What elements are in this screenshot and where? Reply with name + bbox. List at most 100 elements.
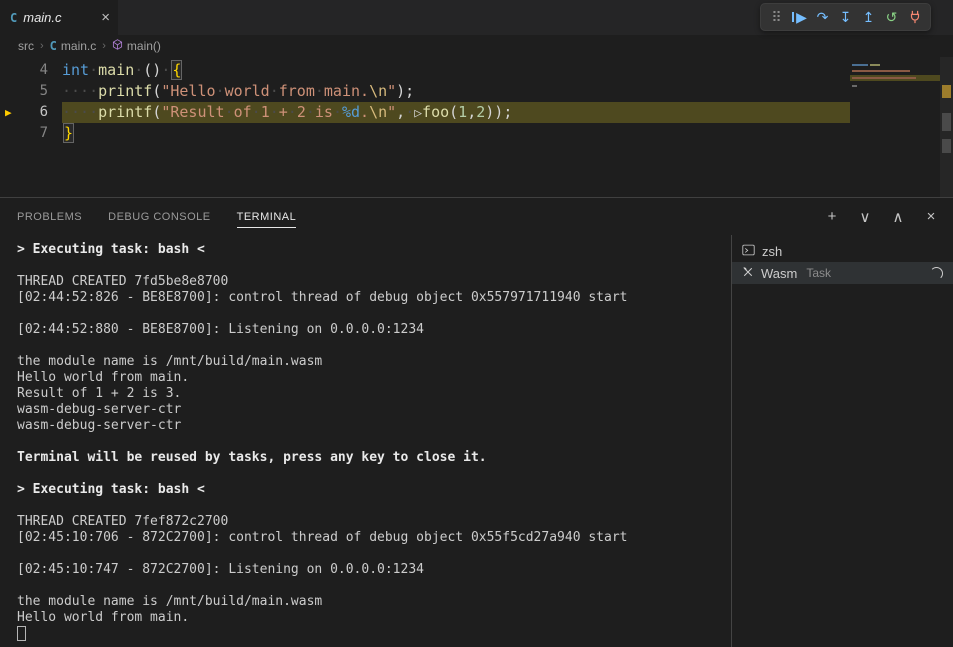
code-line-4[interactable]: 4int·main·()·{ bbox=[0, 60, 953, 81]
close-tab-icon[interactable]: × bbox=[101, 10, 110, 25]
terminal-line: > Executing task: bash < bbox=[17, 242, 731, 258]
code-token: %d bbox=[342, 103, 360, 121]
code-token: () bbox=[143, 61, 161, 79]
overview-ruler-mark bbox=[942, 113, 951, 131]
toolbar-drag-gripper-icon[interactable]: ⠿ bbox=[765, 5, 788, 29]
panel-tab-bar: PROBLEMS DEBUG CONSOLE TERMINAL bbox=[17, 206, 296, 228]
code-token: ···· bbox=[62, 103, 98, 121]
code-lines: 4int·main·()·{5····printf("Hello·world·f… bbox=[0, 60, 953, 144]
code-token: · bbox=[134, 61, 143, 79]
continue-icon[interactable]: ▶ bbox=[788, 5, 811, 29]
code-token: printf bbox=[98, 103, 152, 121]
overview-ruler-mark bbox=[942, 85, 951, 98]
panel-body: > Executing task: bash < THREAD CREATED … bbox=[0, 235, 953, 647]
overview-ruler[interactable] bbox=[940, 57, 953, 197]
tab-main-c[interactable]: C main.c × bbox=[0, 0, 118, 35]
terminal-line bbox=[17, 338, 731, 354]
code-line-5[interactable]: 5····printf("Hello·world·from·main.\n"); bbox=[0, 81, 953, 102]
panel-tab-problems[interactable]: PROBLEMS bbox=[17, 206, 82, 228]
disconnect-icon[interactable] bbox=[903, 5, 926, 29]
code-token: · bbox=[89, 61, 98, 79]
panel-tab-debug-console[interactable]: DEBUG CONSOLE bbox=[108, 206, 210, 228]
code-token: ( bbox=[152, 82, 161, 100]
code-text: ····printf("Hello·world·from·main.\n"); bbox=[62, 81, 414, 102]
bottom-panel: PROBLEMS DEBUG CONSOLE TERMINAL + ∨ ∧ × > Exe… bbox=[0, 197, 953, 647]
code-token: · bbox=[306, 103, 315, 121]
step-over-icon[interactable]: ↷ bbox=[811, 5, 834, 29]
line-number-gutter[interactable]: 5 bbox=[0, 81, 62, 102]
code-token: from bbox=[279, 82, 315, 100]
code-token: "Result bbox=[161, 103, 224, 121]
terminal-line bbox=[17, 466, 731, 482]
code-token: \n bbox=[369, 103, 387, 121]
debug-toolbar: ⠿▶↷↧↥↺ bbox=[760, 3, 931, 31]
code-token: ); bbox=[396, 82, 414, 100]
code-token: is bbox=[315, 103, 333, 121]
breadcrumb-item-src[interactable]: src bbox=[18, 39, 34, 53]
new-terminal-icon[interactable]: + bbox=[824, 208, 840, 226]
code-token: , bbox=[396, 103, 405, 121]
code-token: · bbox=[270, 82, 279, 100]
restart-icon[interactable]: ↺ bbox=[880, 5, 903, 29]
editor-tab-bar: C main.c × ⠿▶↷↧↥↺ bbox=[0, 0, 953, 35]
code-token: foo bbox=[422, 103, 449, 121]
close-panel-icon[interactable]: × bbox=[923, 208, 939, 226]
step-into-icon[interactable]: ↧ bbox=[834, 5, 857, 29]
step-out-icon[interactable]: ↥ bbox=[857, 5, 880, 29]
minimap-code-line bbox=[870, 64, 880, 66]
code-token: · bbox=[252, 103, 261, 121]
panel-tab-terminal[interactable]: TERMINAL bbox=[237, 206, 297, 228]
terminal-line: [02:44:52:826 - BE8E8700]: control threa… bbox=[17, 290, 731, 306]
tools-icon bbox=[742, 266, 754, 281]
breadcrumb-label: src bbox=[18, 39, 34, 53]
terminal-output[interactable]: > Executing task: bash < THREAD CREATED … bbox=[0, 235, 731, 647]
code-token: ( bbox=[152, 103, 161, 121]
code-text: int·main·()·{ bbox=[62, 60, 183, 81]
line-number-gutter[interactable]: ▶6 bbox=[0, 102, 62, 123]
terminal-line bbox=[17, 306, 731, 322]
terminal-line: [02:45:10:706 - 872C2700]: control threa… bbox=[17, 530, 731, 546]
minimap[interactable] bbox=[850, 59, 940, 131]
code-token: , bbox=[467, 103, 476, 121]
code-token: "Hello bbox=[161, 82, 215, 100]
panel-header: PROBLEMS DEBUG CONSOLE TERMINAL + ∨ ∧ × bbox=[0, 198, 953, 235]
terminal-dropdown-icon[interactable]: ∨ bbox=[857, 208, 873, 226]
breadcrumb-item-mainc[interactable]: Cmain.c bbox=[50, 39, 97, 53]
code-token: · bbox=[405, 103, 414, 121]
code-token: · bbox=[216, 82, 225, 100]
maximize-panel-icon[interactable]: ∧ bbox=[890, 208, 906, 226]
c-file-icon: C bbox=[10, 11, 17, 25]
c-file-icon: C bbox=[50, 39, 57, 53]
code-line-6[interactable]: ▶6····printf("Result·of·1·+·2·is·%d.\n",… bbox=[0, 102, 953, 123]
terminal-line: Result of 1 + 2 is 3. bbox=[17, 386, 731, 402]
code-token: { bbox=[171, 60, 182, 80]
line-number-gutter[interactable]: 7 bbox=[0, 123, 62, 144]
terminal-list-label: zsh bbox=[762, 244, 782, 259]
code-token: · bbox=[315, 82, 324, 100]
terminal-line: the module name is /mnt/build/main.wasm bbox=[17, 594, 731, 610]
terminal-cursor bbox=[17, 626, 26, 641]
line-number-gutter[interactable]: 4 bbox=[0, 60, 62, 81]
code-token: main bbox=[98, 61, 134, 79]
terminal-list-item-zsh[interactable]: zsh bbox=[732, 240, 953, 262]
terminal-line bbox=[17, 578, 731, 594]
line-number: 7 bbox=[40, 125, 48, 141]
terminal-list-item-wasm[interactable]: WasmTask bbox=[732, 262, 953, 284]
code-token: )); bbox=[485, 103, 512, 121]
code-token: 1 bbox=[458, 103, 467, 121]
minimap-code-line bbox=[852, 70, 910, 72]
terminal-line: Terminal will be reused by tasks, press … bbox=[17, 450, 731, 466]
code-token: world bbox=[225, 82, 270, 100]
breadcrumb-item-main[interactable]: main() bbox=[112, 39, 161, 53]
code-token: " bbox=[387, 82, 396, 100]
breadcrumb-label: main.c bbox=[61, 39, 96, 53]
terminal-line: wasm-debug-server-ctr bbox=[17, 402, 731, 418]
code-token: of bbox=[234, 103, 252, 121]
code-line-7[interactable]: 7} bbox=[0, 123, 953, 144]
line-number: 6 bbox=[40, 104, 48, 120]
code-editor[interactable]: 4int·main·()·{5····printf("Hello·world·f… bbox=[0, 57, 953, 197]
terminal-line: the module name is /mnt/build/main.wasm bbox=[17, 354, 731, 370]
breadcrumb-separator-icon: › bbox=[40, 40, 44, 52]
terminal-list-label: Wasm bbox=[761, 266, 797, 281]
line-number: 4 bbox=[40, 62, 48, 78]
